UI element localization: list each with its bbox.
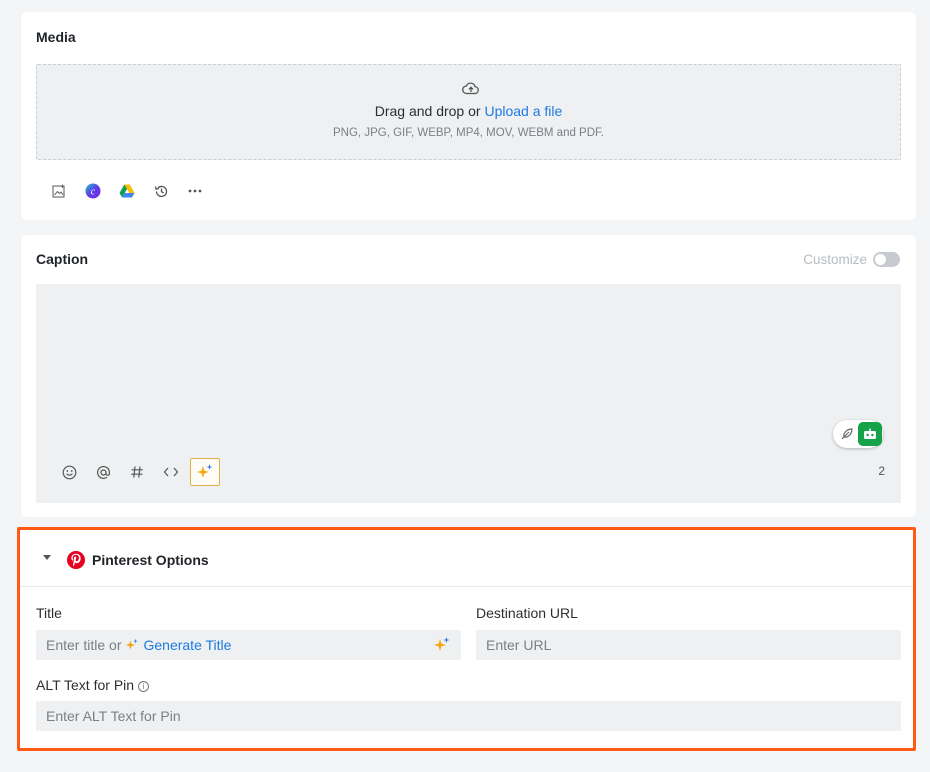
character-count: 2 xyxy=(878,464,885,478)
title-placeholder-text: Enter title or xyxy=(46,637,122,653)
alt-text-label-row: ALT Text for Pin i xyxy=(36,677,150,693)
more-icon xyxy=(188,189,202,193)
customize-control[interactable]: Customize xyxy=(803,252,900,267)
media-card: Media Drag and drop or Upload a file PNG… xyxy=(21,12,916,220)
title-placeholder: Enter title or Generate Title xyxy=(46,637,231,653)
history-icon xyxy=(154,185,167,197)
collapse-caret-icon[interactable] xyxy=(43,555,51,560)
code-icon xyxy=(163,467,179,477)
alt-text-input[interactable] xyxy=(36,701,901,731)
caption-editor[interactable]: 2 xyxy=(36,284,901,503)
history-button[interactable] xyxy=(144,180,178,202)
dropzone-text: Drag and drop or Upload a file xyxy=(37,103,900,119)
media-dropzone[interactable]: Drag and drop or Upload a file PNG, JPG,… xyxy=(36,64,901,160)
upload-file-link[interactable]: Upload a file xyxy=(484,103,562,119)
drop-label: Drag and drop or xyxy=(374,103,481,119)
info-icon[interactable]: i xyxy=(138,681,150,692)
caption-card: Caption Customize 2 xyxy=(21,235,916,517)
pinterest-options-header[interactable]: Pinterest Options xyxy=(20,530,913,587)
canva-icon: c xyxy=(85,183,101,199)
svg-text:c: c xyxy=(91,187,96,198)
google-drive-button[interactable] xyxy=(110,180,144,202)
sparkle-icon xyxy=(126,638,139,650)
supported-formats: PNG, JPG, GIF, WEBP, MP4, MOV, WEBM and … xyxy=(333,127,604,139)
hashtag-button[interactable] xyxy=(120,458,154,486)
customize-toggle[interactable] xyxy=(873,252,900,267)
destination-url-label: Destination URL xyxy=(476,605,578,621)
cloud-upload-icon xyxy=(462,82,479,95)
destination-url-input[interactable] xyxy=(476,630,901,660)
pinterest-options-panel: Pinterest Options Title Enter title or G… xyxy=(17,527,916,751)
ai-sparkle-icon[interactable] xyxy=(433,636,451,654)
writing-assistant-widget[interactable] xyxy=(833,420,883,448)
more-options-button[interactable] xyxy=(178,180,212,202)
emoji-button[interactable] xyxy=(52,458,86,486)
ai-assist-button[interactable] xyxy=(190,458,220,486)
pinterest-icon xyxy=(67,551,85,569)
assistant-bot-icon xyxy=(858,422,882,446)
generate-title-link[interactable]: Generate Title xyxy=(143,637,231,653)
image-library-button[interactable] xyxy=(42,180,76,202)
pinterest-options-title: Pinterest Options xyxy=(92,552,209,568)
feather-icon xyxy=(841,428,853,440)
ai-sparkle-icon xyxy=(197,464,213,478)
media-toolbar: c xyxy=(42,180,212,202)
image-library-icon xyxy=(52,184,65,198)
pin-title-field[interactable]: Enter title or Generate Title xyxy=(36,630,461,660)
google-drive-icon xyxy=(119,184,135,198)
mention-button[interactable] xyxy=(86,458,120,486)
caption-toolbar xyxy=(52,458,220,486)
customize-label: Customize xyxy=(803,252,867,267)
media-title: Media xyxy=(36,29,76,45)
title-label: Title xyxy=(36,605,62,621)
canva-button[interactable]: c xyxy=(76,180,110,202)
code-button[interactable] xyxy=(154,458,188,486)
hashtag-icon xyxy=(131,466,143,478)
emoji-icon xyxy=(62,465,76,479)
alt-text-label: ALT Text for Pin xyxy=(36,677,135,693)
mention-icon xyxy=(96,465,110,479)
caption-title: Caption xyxy=(36,251,89,267)
